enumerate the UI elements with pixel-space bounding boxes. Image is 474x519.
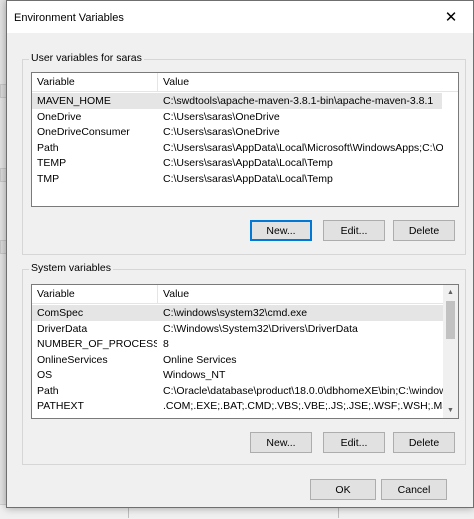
user-new-button[interactable]: New... <box>250 220 312 241</box>
variable-name-cell: Path <box>37 384 59 397</box>
variable-value-cell: C:\swdtools\apache-maven-3.8.1-bin\apach… <box>163 95 434 107</box>
scroll-up-arrow[interactable]: ▲ <box>443 285 458 300</box>
variable-name-cell: DriverData <box>37 322 88 335</box>
variable-value-cell: C:\Oracle\database\product\18.0.0\dbhome… <box>163 384 443 397</box>
system-new-button[interactable]: New... <box>250 432 312 453</box>
variable-name-cell: OneDriveConsumer <box>37 126 130 138</box>
variable-value-cell: C:\Users\saras\AppData\Local\Temp <box>163 172 333 185</box>
variable-value-cell: Windows_NT <box>163 369 226 381</box>
variable-value-cell: C:\Users\saras\OneDrive <box>163 110 280 123</box>
title-bar[interactable]: Environment Variables ✕ <box>7 1 473 33</box>
system-variables-list[interactable]: Variable Value ComSpec C:\windows\system3… <box>31 284 459 419</box>
system-list-header: Variable Value <box>32 285 458 304</box>
chevron-up-icon: ▲ <box>447 289 454 296</box>
cancel-button[interactable]: Cancel <box>381 479 447 500</box>
table-row[interactable]: NUMBER_OF_PROCESSORS 8 <box>32 336 443 352</box>
column-header-value[interactable]: Value <box>158 73 448 92</box>
table-row[interactable]: TEMP C:\Users\saras\AppData\Local\Temp <box>32 155 442 171</box>
system-list-scrollbar[interactable]: ▲ ▼ <box>443 285 458 418</box>
variable-name-cell: PATHEXT <box>37 400 84 412</box>
variable-name-cell: NUMBER_OF_PROCESSORS <box>37 338 157 350</box>
scroll-down-arrow[interactable]: ▼ <box>443 403 458 418</box>
system-delete-button[interactable]: Delete <box>393 432 455 453</box>
variable-value-cell: C:\Users\saras\AppData\Local\Microsoft\W… <box>163 141 443 154</box>
column-header-variable[interactable]: Variable <box>32 73 157 92</box>
variable-value-cell: C:\windows\system32\cmd.exe <box>163 307 308 319</box>
variable-value-cell: 8 <box>163 338 169 350</box>
user-variables-label: User variables for saras <box>29 52 144 64</box>
variable-value-cell: C:\Users\saras\OneDrive <box>163 126 280 138</box>
table-row[interactable]: OS Windows_NT <box>32 367 443 383</box>
table-row[interactable]: ComSpec C:\windows\system32\cmd.exe <box>32 305 443 321</box>
table-row[interactable]: MAVEN_HOME C:\swdtools\apache-maven-3.8.1… <box>32 93 442 109</box>
close-button[interactable]: ✕ <box>429 1 473 33</box>
variable-name-cell: Path <box>37 141 59 154</box>
variable-value-cell: C:\Users\saras\AppData\Local\Temp <box>163 157 333 169</box>
table-row[interactable]: Path C:\Users\saras\AppData\Local\Microso… <box>32 140 443 156</box>
close-icon: ✕ <box>444 9 458 26</box>
environment-variables-dialog: Environment Variables ✕ User variables f… <box>6 0 474 508</box>
variable-name-cell: OneDrive <box>37 110 82 123</box>
variable-name-cell: TEMP <box>37 157 67 169</box>
table-row[interactable]: TMP C:\Users\saras\AppData\Local\Temp <box>32 171 442 187</box>
table-row[interactable]: DriverData C:\Windows\System32\Drivers\Dr… <box>32 321 443 337</box>
variable-name-cell: OnlineServices <box>37 353 108 366</box>
ok-button[interactable]: OK <box>310 479 376 500</box>
system-edit-button[interactable]: Edit... <box>323 432 385 453</box>
user-delete-button[interactable]: Delete <box>393 220 455 241</box>
scrollbar-thumb[interactable] <box>446 301 455 339</box>
variable-value-cell: .COM;.EXE;.BAT;.CMD;.VBS;.VBE;.JS;.JSE;.… <box>163 400 443 412</box>
variable-value-cell: Online Services <box>163 353 237 366</box>
user-list-header: Variable Value <box>32 73 458 92</box>
dialog-title: Environment Variables <box>14 12 124 24</box>
system-variables-label: System variables <box>29 262 113 274</box>
table-row[interactable]: OneDriveConsumer C:\Users\saras\OneDrive <box>32 124 442 140</box>
variable-name-cell: OS <box>37 369 53 381</box>
system-variables-group: System variables Variable Value ComSpec C… <box>22 262 466 465</box>
table-row[interactable]: OneDrive C:\Users\saras\OneDrive <box>32 109 442 125</box>
user-variables-list[interactable]: Variable Value MAVEN_HOME C:\swdtools\apa… <box>31 72 459 207</box>
variable-value-cell: C:\Windows\System32\Drivers\DriverData <box>163 322 358 335</box>
column-header-value[interactable]: Value <box>158 285 448 304</box>
user-variables-group: User variables for saras Variable Value … <box>22 52 466 255</box>
table-row[interactable]: PATHEXT .COM;.EXE;.BAT;.CMD;.VBS;.VBE;.JS… <box>32 398 443 414</box>
table-row[interactable]: Path C:\Oracle\database\product\18.0.0\db… <box>32 383 443 399</box>
column-header-variable[interactable]: Variable <box>32 285 157 304</box>
variable-name-cell: MAVEN_HOME <box>37 95 111 107</box>
user-edit-button[interactable]: Edit... <box>323 220 385 241</box>
chevron-down-icon: ▼ <box>447 407 454 414</box>
variable-name-cell: TMP <box>37 172 60 185</box>
variable-name-cell: ComSpec <box>37 307 84 319</box>
table-row[interactable]: OnlineServices Online Services <box>32 352 443 368</box>
